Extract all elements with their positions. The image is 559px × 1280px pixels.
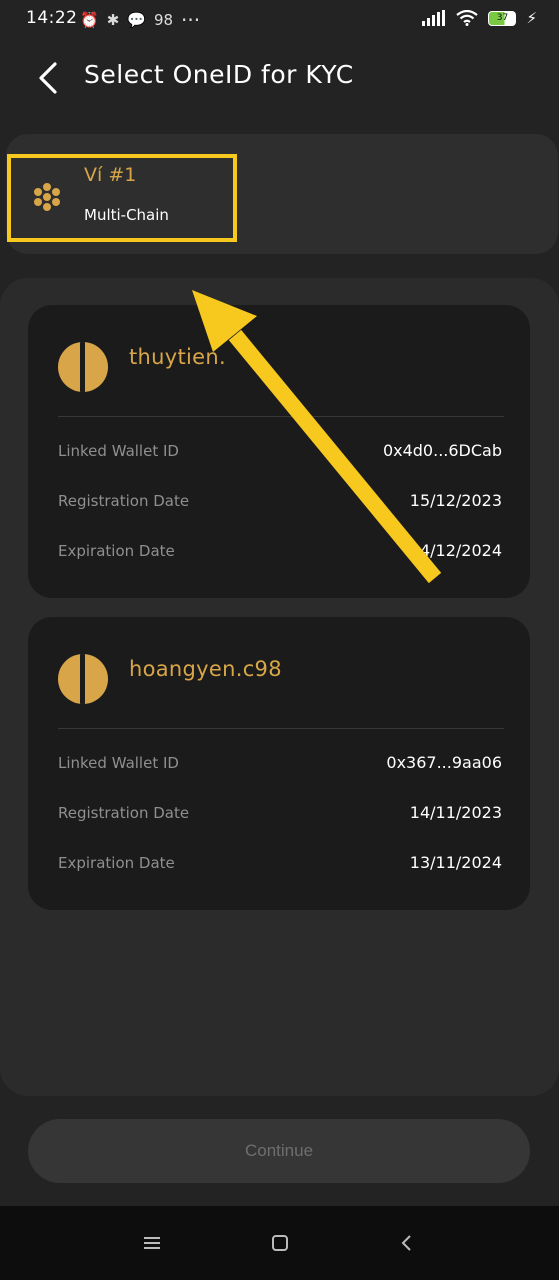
row-label: Linked Wallet ID bbox=[58, 753, 179, 772]
chevron-left-icon bbox=[401, 1235, 411, 1251]
row-value: 13/11/2024 bbox=[409, 853, 502, 872]
system-nav-bar bbox=[0, 1206, 559, 1280]
highlight-box bbox=[7, 154, 237, 242]
back-button[interactable] bbox=[30, 58, 66, 98]
card-divider bbox=[58, 416, 504, 417]
row-value: 14/12/2024 bbox=[409, 541, 502, 560]
charging-icon: ⚡ bbox=[526, 9, 537, 27]
slack-icon: ✱ bbox=[106, 11, 120, 29]
row-label: Expiration Date bbox=[58, 541, 175, 560]
page-title: Select OneID for KYC bbox=[84, 60, 354, 89]
card-divider bbox=[58, 728, 504, 729]
oneid-handle: hoangyen.c98 bbox=[129, 657, 282, 681]
expiration-date-row: Expiration Date 14/12/2024 bbox=[58, 541, 502, 560]
more-dots-icon: ··· bbox=[181, 8, 201, 32]
linked-wallet-row: Linked Wallet ID 0x4d0...6DCab bbox=[58, 441, 502, 460]
battery-icon: 37 bbox=[488, 10, 517, 26]
row-value: 0x4d0...6DCab bbox=[382, 441, 502, 460]
square-icon bbox=[272, 1235, 288, 1251]
row-value: 15/12/2023 bbox=[409, 491, 502, 510]
registration-date-row: Registration Date 15/12/2023 bbox=[58, 491, 502, 510]
oneid-card[interactable]: thuytien. Linked Wallet ID 0x4d0...6DCab… bbox=[28, 305, 530, 598]
system-back-button[interactable] bbox=[392, 1228, 422, 1258]
signal-icon bbox=[422, 10, 446, 26]
expiration-date-row: Expiration Date 13/11/2024 bbox=[58, 853, 502, 872]
status-time: 14:22 bbox=[26, 8, 78, 28]
oneid-avatar bbox=[58, 342, 108, 392]
notification-count: 98 bbox=[153, 11, 174, 29]
row-value: 14/11/2023 bbox=[409, 803, 502, 822]
registration-date-row: Registration Date 14/11/2023 bbox=[58, 803, 502, 822]
row-value: 0x367...9aa06 bbox=[386, 753, 502, 772]
menu-button[interactable] bbox=[137, 1228, 167, 1258]
status-right: 37 ⚡ bbox=[422, 9, 537, 27]
chat-icon: 💬 bbox=[127, 11, 146, 29]
continue-button[interactable]: Continue bbox=[28, 1119, 530, 1183]
row-label: Linked Wallet ID bbox=[58, 441, 179, 460]
row-label: Registration Date bbox=[58, 803, 190, 822]
oneid-handle: thuytien. bbox=[129, 345, 226, 369]
wifi-icon bbox=[456, 10, 479, 26]
oneid-avatar bbox=[58, 654, 108, 704]
home-button[interactable] bbox=[265, 1228, 295, 1258]
alarm-icon: ⏰ bbox=[80, 11, 99, 29]
linked-wallet-row: Linked Wallet ID 0x367...9aa06 bbox=[58, 753, 502, 772]
row-label: Expiration Date bbox=[58, 853, 175, 872]
oneid-card[interactable]: hoangyen.c98 Linked Wallet ID 0x367...9a… bbox=[28, 617, 530, 910]
row-label: Registration Date bbox=[58, 491, 190, 510]
menu-icon bbox=[144, 1237, 160, 1249]
chevron-left-icon bbox=[39, 62, 57, 94]
status-icons-left: ⏰ ✱ 💬 98 ··· bbox=[80, 8, 200, 32]
